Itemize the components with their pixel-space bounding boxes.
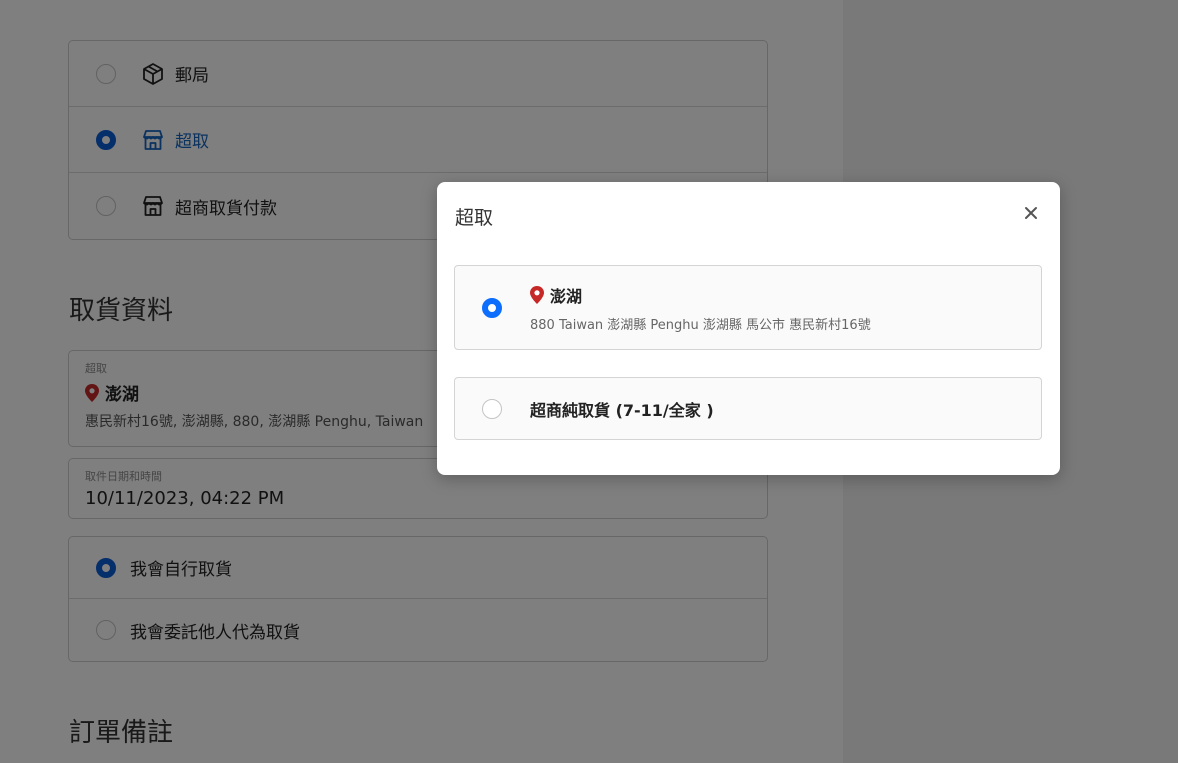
modal-option-store-address: 880 Taiwan 澎湖縣 Penghu 澎湖縣 馬公市 惠民新村16號: [530, 317, 871, 333]
modal-option-store-radio[interactable]: [482, 297, 502, 318]
map-pin-icon: [530, 285, 544, 304]
modal-option-cvs-only[interactable]: 超商純取貨 (7-11/全家 ): [454, 377, 1042, 440]
modal-option-store[interactable]: 澎湖 880 Taiwan 澎湖縣 Penghu 澎湖縣 馬公市 惠民新村16號: [454, 265, 1042, 350]
close-icon[interactable]: [1020, 202, 1042, 224]
modal-option-cvs-only-radio[interactable]: [482, 398, 502, 419]
modal-option-cvs-only-title: 超商純取貨 (7-11/全家 ): [530, 400, 714, 420]
cvs-pickup-modal: 超取 澎湖 880 Taiwan 澎湖縣 Penghu 澎湖縣 馬公市 惠民新村…: [437, 182, 1060, 475]
modal-option-store-title: 澎湖: [550, 286, 583, 306]
modal-title: 超取: [455, 207, 494, 229]
